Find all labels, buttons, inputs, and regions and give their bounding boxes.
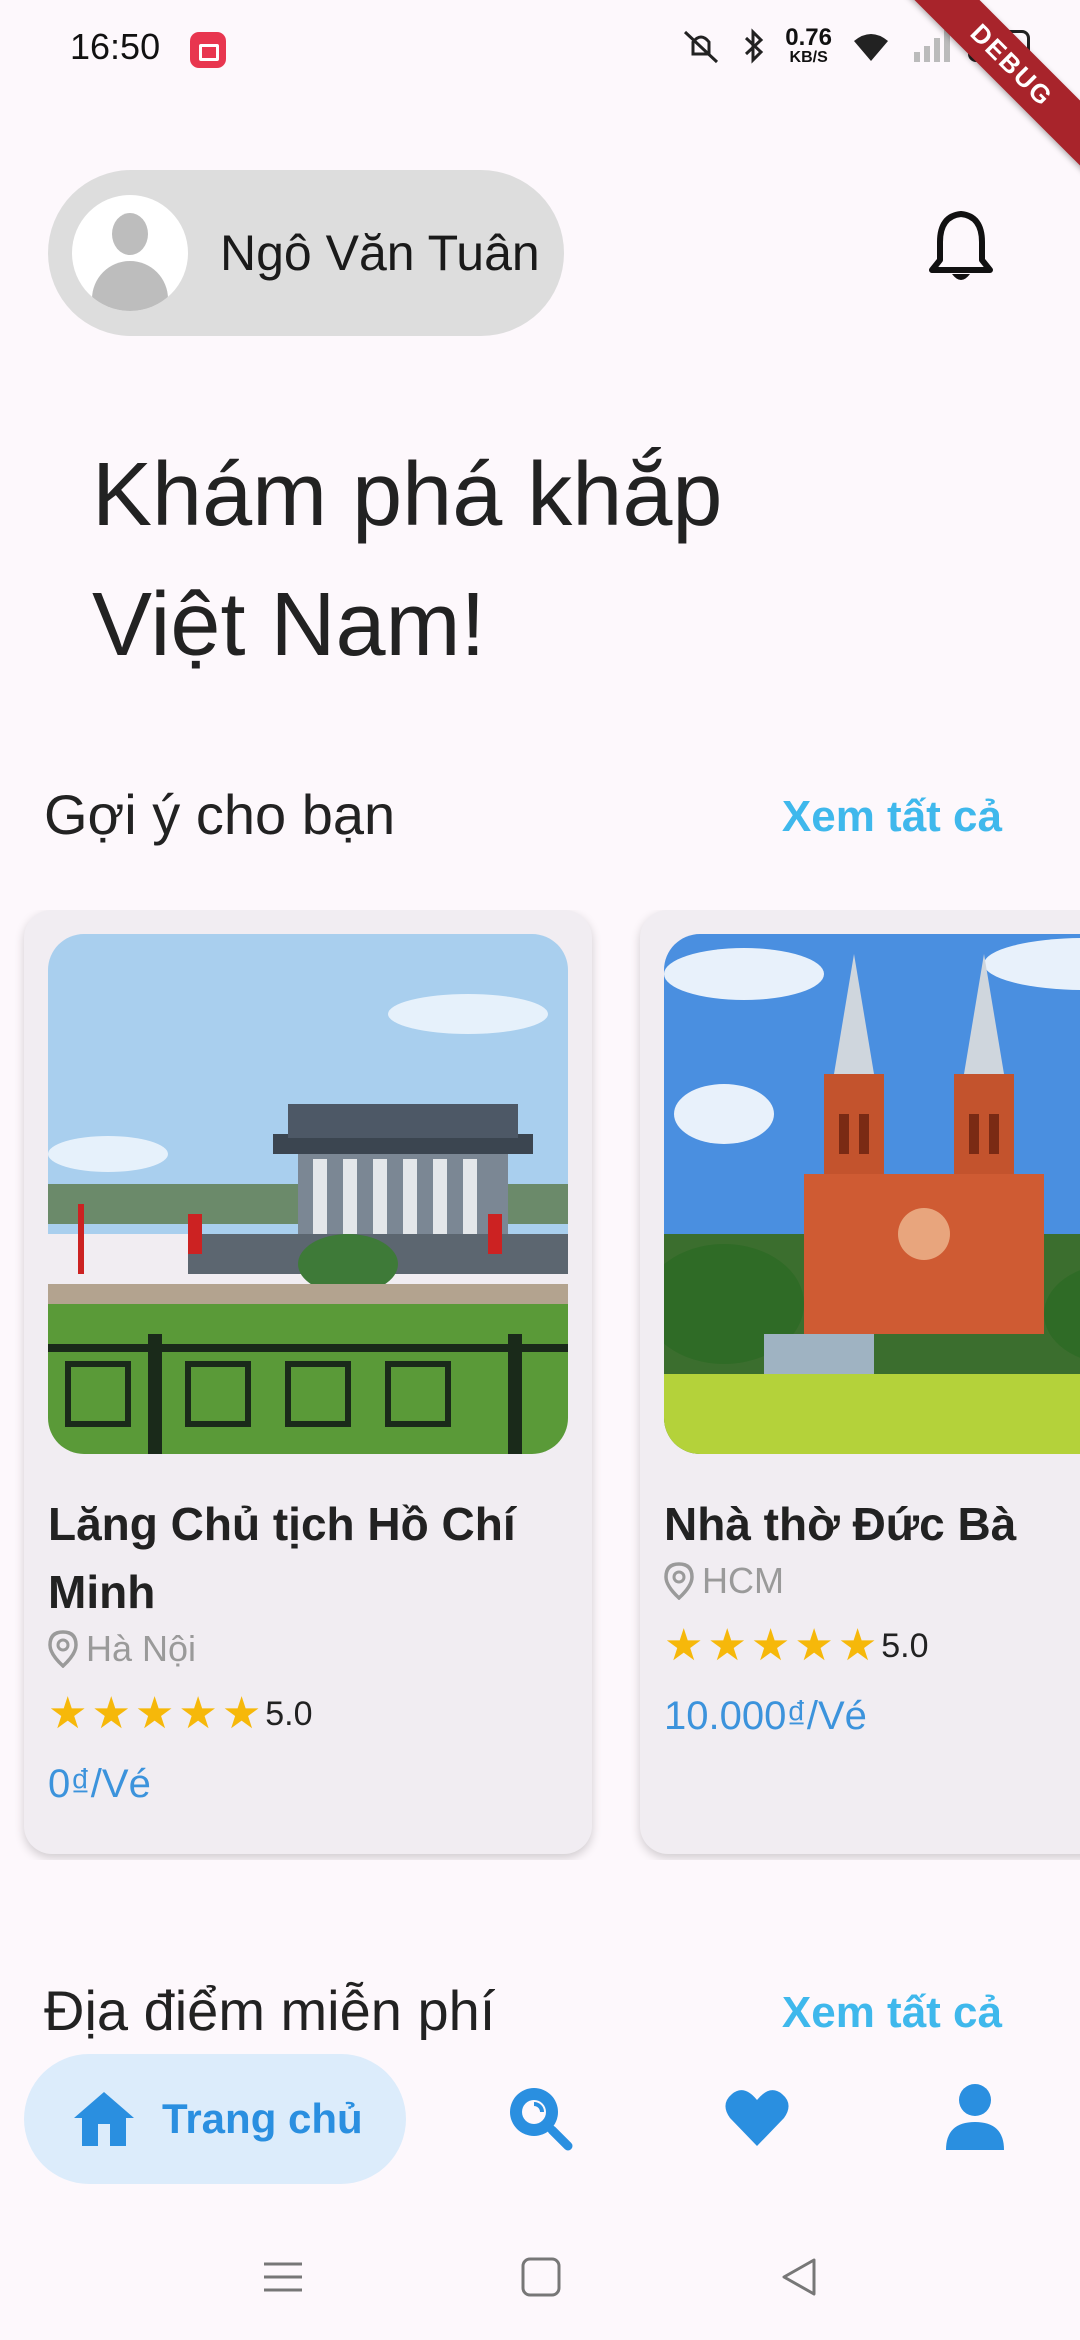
person-icon[interactable]	[940, 2082, 1010, 2152]
back-icon[interactable]	[776, 2254, 822, 2300]
place-price: 0₫/Vé	[48, 1762, 151, 1806]
net-speed: 0.76 KB/S	[785, 24, 832, 66]
bluetooth-icon	[745, 28, 764, 64]
place-rating: ★ ★ ★ ★ ★ 5.0	[48, 1692, 313, 1736]
star-icon: ★	[221, 1689, 262, 1738]
status-time: 16:50	[70, 26, 161, 67]
bell-icon[interactable]	[926, 208, 996, 286]
bottom-navigation: Trang chủ	[0, 2040, 1080, 2210]
star-icon: ★	[707, 1621, 747, 1670]
star-icon: ★	[837, 1621, 878, 1670]
star-icon: ★	[48, 1689, 88, 1738]
wifi-icon	[854, 34, 888, 61]
star-icon: ★	[134, 1689, 175, 1738]
home-square-icon[interactable]	[518, 2254, 564, 2300]
location-pin-icon	[48, 1630, 78, 1668]
place-location: Hà Nội	[48, 1628, 196, 1670]
system-navigation-bar	[0, 2210, 1080, 2340]
star-icon: ★	[664, 1621, 704, 1670]
location-pin-icon	[664, 1562, 694, 1600]
rating-value: 5.0	[881, 1626, 929, 1665]
mute-icon	[684, 30, 719, 64]
nav-home-label: Trang chủ	[162, 2095, 363, 2142]
screen-record-icon	[190, 32, 226, 68]
place-image-cathedral	[664, 934, 1080, 1454]
place-title: Lăng Chủ tịch Hồ Chí Minh	[48, 1498, 516, 1618]
page-headline: Khám phá khắp Việt Nam!	[92, 445, 723, 675]
suggested-cards-carousel[interactable]: Lăng Chủ tịch Hồ Chí Minh Hà Nội ★ ★ ★ ★…	[0, 910, 1080, 1860]
place-title: Nhà thờ Đức Bà	[664, 1498, 1017, 1550]
user-profile-chip[interactable]: Ngô Văn Tuân	[48, 170, 564, 336]
menu-icon[interactable]	[260, 2254, 306, 2300]
section-title-free-places: Địa điểm miễn phí	[44, 1979, 496, 2042]
place-card[interactable]: Lăng Chủ tịch Hồ Chí Minh Hà Nội ★ ★ ★ ★…	[24, 910, 592, 1854]
see-all-free-places-link[interactable]: Xem tất cả	[782, 1988, 1002, 2038]
status-bar: 16:50 0.76 KB/S 62 DEBUG	[0, 0, 1080, 174]
avatar	[72, 195, 188, 311]
see-all-suggested-link[interactable]: Xem tất cả	[782, 792, 1002, 842]
user-name: Ngô Văn Tuân	[220, 225, 540, 281]
star-icon: ★	[750, 1621, 791, 1670]
home-icon	[74, 2092, 134, 2146]
search-icon[interactable]	[504, 2082, 574, 2152]
place-image-mausoleum	[48, 934, 568, 1454]
place-price: 10.000₫/Vé	[664, 1694, 867, 1738]
heart-icon[interactable]	[722, 2082, 792, 2152]
place-card[interactable]: Nhà thờ Đức Bà HCM ★ ★ ★ ★ ★ 5.0 10.000₫…	[640, 910, 1080, 1854]
star-icon: ★	[91, 1689, 131, 1738]
nav-home-button[interactable]: Trang chủ	[24, 2054, 406, 2184]
section-title-suggested: Gợi ý cho bạn	[44, 783, 396, 846]
signal-icon	[914, 30, 950, 62]
rating-value: 5.0	[265, 1694, 313, 1733]
star-icon: ★	[794, 1621, 834, 1670]
star-icon: ★	[178, 1689, 218, 1738]
place-location: HCM	[664, 1560, 784, 1602]
place-rating: ★ ★ ★ ★ ★ 5.0	[664, 1624, 929, 1668]
